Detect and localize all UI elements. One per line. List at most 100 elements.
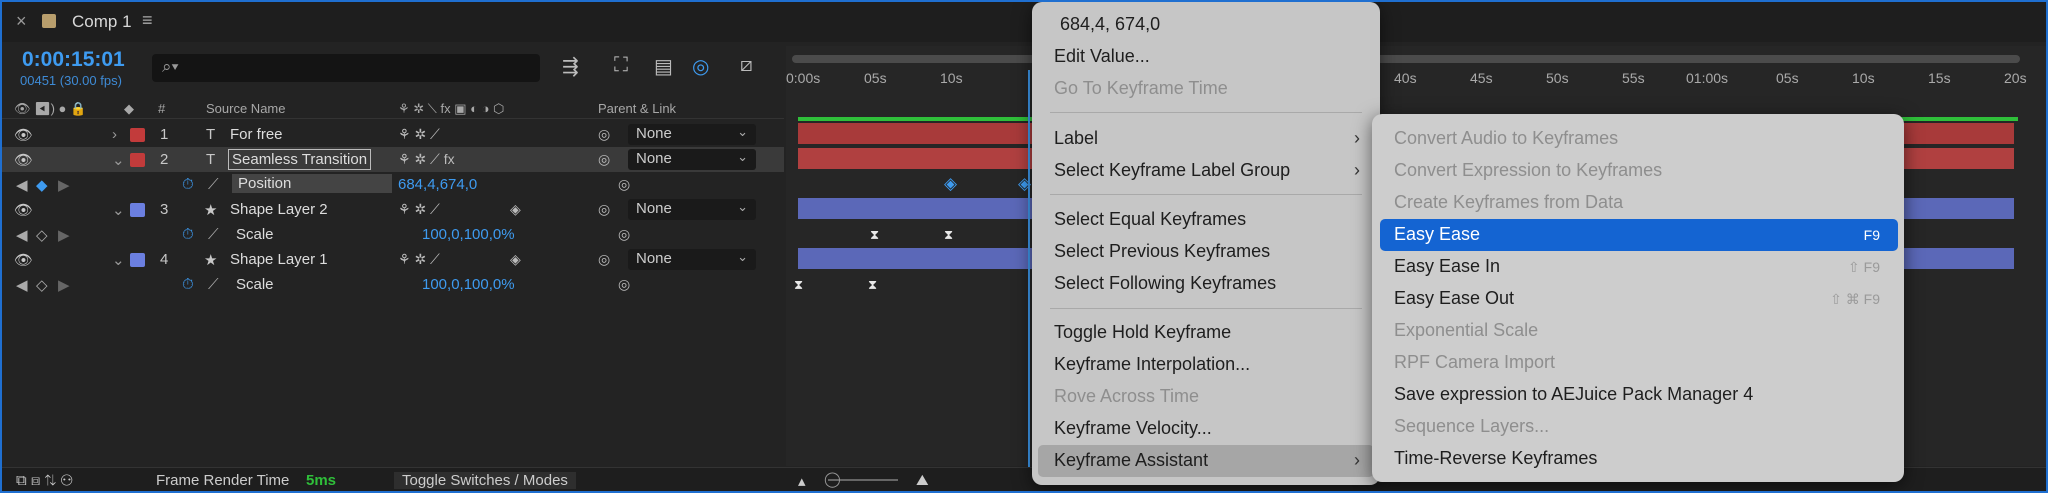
menu-item-edit-value[interactable]: Edit Value... <box>1054 46 1150 67</box>
prev-keyframe-icon[interactable]: ◀ <box>16 176 28 194</box>
property-value[interactable]: 684,4,674,0 <box>398 176 477 193</box>
menu-item-easy-ease-out[interactable]: Easy Ease Out <box>1394 288 1514 309</box>
visibility-eye-icon[interactable]: 👁 <box>14 251 33 269</box>
prev-keyframe-icon[interactable]: ◀ <box>16 276 28 294</box>
parent-dropdown[interactable]: None ⌄ <box>628 199 756 220</box>
menu-item-select-previous-keyframes[interactable]: Select Previous Keyframes <box>1054 241 1270 262</box>
pickwhip-icon[interactable]: ◎ <box>598 126 610 143</box>
parent-link-header[interactable]: Parent & Link <box>598 101 676 116</box>
toggle-switches-modes-button[interactable]: Toggle Switches / Modes <box>394 472 576 489</box>
graph-icon[interactable]: ⟋ <box>208 176 219 193</box>
layer-label-color[interactable] <box>130 153 145 167</box>
stopwatch-icon[interactable]: ⏱ <box>182 176 194 193</box>
layer-switches[interactable]: ⚘ ✲ ⟋ <box>398 251 440 268</box>
keyframe-ease-icon[interactable]: ⧗ <box>870 227 879 243</box>
collapse-transform-icon[interactable]: ◈ <box>510 251 521 268</box>
source-name-header[interactable]: Source Name <box>206 101 285 116</box>
next-keyframe-icon[interactable]: ▶ <box>58 276 70 294</box>
layer-label-color[interactable] <box>130 128 145 142</box>
visibility-eye-icon[interactable]: 👁 <box>14 201 33 219</box>
close-tab-icon[interactable]: × <box>16 11 27 32</box>
collapse-transform-icon[interactable]: ◈ <box>510 201 521 218</box>
property-row[interactable]: ◀ ◆ ▶ ⏱ ⟋ Position 684,4,674,0 ◎ <box>2 172 784 197</box>
frame-blending-icon[interactable]: ▤ <box>654 54 673 79</box>
zoom-slider-handle[interactable]: ◯ <box>824 470 841 488</box>
stopwatch-icon[interactable]: ⏱ <box>182 226 194 243</box>
menu-item-save-expression-aejuice[interactable]: Save expression to AEJuice Pack Manager … <box>1394 384 1753 405</box>
keyframe-ease-icon[interactable]: ⧗ <box>868 277 877 293</box>
zoom-out-icon[interactable]: ▴ <box>798 472 806 490</box>
menu-item-keyframe-assistant[interactable]: Keyframe Assistant <box>1054 450 1208 471</box>
collapse-chevron-icon[interactable]: ⌄ <box>112 151 125 169</box>
property-row[interactable]: ◀ ◇ ▶ ⏱ ⟋ Scale 100,0,100,0% ◎ <box>2 222 784 247</box>
layer-switches[interactable]: ⚘ ✲ ⟋ fx <box>398 151 455 168</box>
layer-name[interactable]: Shape Layer 2 <box>230 201 328 218</box>
keyframe-diamond-icon[interactable]: ◆ <box>36 176 48 194</box>
collapse-chevron-icon[interactable]: ⌄ <box>112 201 125 219</box>
property-value[interactable]: 100,0,100,0% <box>422 276 515 293</box>
graph-icon[interactable]: ⟋ <box>208 276 219 293</box>
layer-switches[interactable]: ⚘ ✲ ⟋ <box>398 201 440 218</box>
menu-item-time-reverse-keyframes[interactable]: Time-Reverse Keyframes <box>1394 448 1597 469</box>
panel-menu-icon[interactable]: ≡ <box>142 10 153 31</box>
next-keyframe-icon[interactable]: ▶ <box>58 176 70 194</box>
layer-label-color[interactable] <box>130 203 145 217</box>
menu-item-select-equal-keyframes[interactable]: Select Equal Keyframes <box>1054 209 1246 230</box>
graph-editor-icon[interactable]: ⧄ <box>740 54 753 77</box>
zoom-in-icon[interactable]: ⛰ <box>916 472 929 489</box>
comp-flowchart-icon[interactable]: ⇶ <box>562 54 579 79</box>
property-name[interactable]: Scale <box>236 226 274 243</box>
visibility-eye-icon[interactable]: 👁 <box>14 126 33 144</box>
menu-item-easy-ease-in[interactable]: Easy Ease In <box>1394 256 1500 277</box>
keyframe-diamond-empty-icon[interactable]: ◇ <box>36 276 48 294</box>
parent-dropdown[interactable]: None ⌄ <box>628 249 756 270</box>
graph-icon[interactable]: ⟋ <box>208 226 219 243</box>
layer-row[interactable]: 👁 ⌄ 3 ★ Shape Layer 2 ⚘ ✲ ⟋ ◈ ◎ None ⌄ <box>2 197 784 222</box>
layer-label-color[interactable] <box>130 253 145 267</box>
expand-chevron-icon[interactable]: › <box>112 126 117 143</box>
keyframe-ease-icon[interactable]: ⧗ <box>944 227 953 243</box>
prev-keyframe-icon[interactable]: ◀ <box>16 226 28 244</box>
parent-dropdown[interactable]: None ⌄ <box>628 124 756 145</box>
keyframe-ease-icon[interactable]: ⧗ <box>794 277 803 293</box>
layer-name[interactable]: Shape Layer 1 <box>230 251 328 268</box>
property-row[interactable]: ◀ ◇ ▶ ⏱ ⟋ Scale 100,0,100,0% ◎ <box>2 272 784 297</box>
menu-item-select-keyframe-label-group[interactable]: Select Keyframe Label Group <box>1054 160 1290 181</box>
draft-3d-icon[interactable]: ⛶ <box>614 54 628 77</box>
keyframe-diamond-icon[interactable]: ◈ <box>944 174 957 194</box>
collapse-chevron-icon[interactable]: ⌄ <box>112 251 125 269</box>
menu-item-toggle-hold-keyframe[interactable]: Toggle Hold Keyframe <box>1054 322 1231 343</box>
layer-switches-toggle-icon[interactable]: ⧉ ⧈ ⇅ ⚇ <box>16 472 73 489</box>
pickwhip-icon[interactable]: ◎ <box>618 276 630 293</box>
layer-search-input[interactable]: ⌕▾ <box>152 54 540 82</box>
pickwhip-icon[interactable]: ◎ <box>598 201 610 218</box>
pickwhip-icon[interactable]: ◎ <box>598 251 610 268</box>
next-keyframe-icon[interactable]: ▶ <box>58 226 70 244</box>
pickwhip-icon[interactable]: ◎ <box>598 151 610 168</box>
current-time-display[interactable]: 0:00:15:01 <box>22 48 125 72</box>
motion-blur-icon[interactable]: ◎ <box>692 54 709 79</box>
work-area-bar[interactable] <box>792 55 2020 63</box>
menu-item-keyframe-interpolation[interactable]: Keyframe Interpolation... <box>1054 354 1250 375</box>
menu-item-select-following-keyframes[interactable]: Select Following Keyframes <box>1054 273 1276 294</box>
menu-item-keyframe-velocity[interactable]: Keyframe Velocity... <box>1054 418 1212 439</box>
menu-item-label[interactable]: Label <box>1054 128 1098 149</box>
keyframe-diamond-empty-icon[interactable]: ◇ <box>36 226 48 244</box>
property-name[interactable]: Position <box>232 174 392 193</box>
menu-item-easy-ease[interactable]: Easy Ease <box>1394 224 1480 245</box>
pickwhip-icon[interactable]: ◎ <box>618 226 630 243</box>
comp-tab-title[interactable]: Comp 1 <box>72 12 132 32</box>
layer-row[interactable]: 👁 ⌄ 4 ★ Shape Layer 1 ⚘ ✲ ⟋ ◈ ◎ None ⌄ <box>2 247 784 272</box>
layer-name-editing[interactable]: Seamless Transition <box>228 149 372 170</box>
property-name[interactable]: Scale <box>236 276 274 293</box>
layer-row[interactable]: 👁 › 1 T For free ⚘ ✲ ⟋ ◎ None ⌄ <box>2 122 784 147</box>
layer-switches[interactable]: ⚘ ✲ ⟋ <box>398 126 440 143</box>
current-time-indicator[interactable] <box>1028 70 1030 470</box>
time-ruler[interactable]: 0:00s 05s 10s 40s 45s 50s 55s 01:00s 05s… <box>786 70 2027 92</box>
property-value[interactable]: 100,0,100,0% <box>422 226 515 243</box>
stopwatch-icon[interactable]: ⏱ <box>182 276 194 293</box>
visibility-eye-icon[interactable]: 👁 <box>14 151 33 169</box>
layer-row-selected[interactable]: 👁 ⌄ 2 T Seamless Transition ⚘ ✲ ⟋ fx ◎ N… <box>2 147 784 172</box>
pickwhip-icon[interactable]: ◎ <box>618 176 630 193</box>
parent-dropdown[interactable]: None ⌄ <box>628 149 756 170</box>
